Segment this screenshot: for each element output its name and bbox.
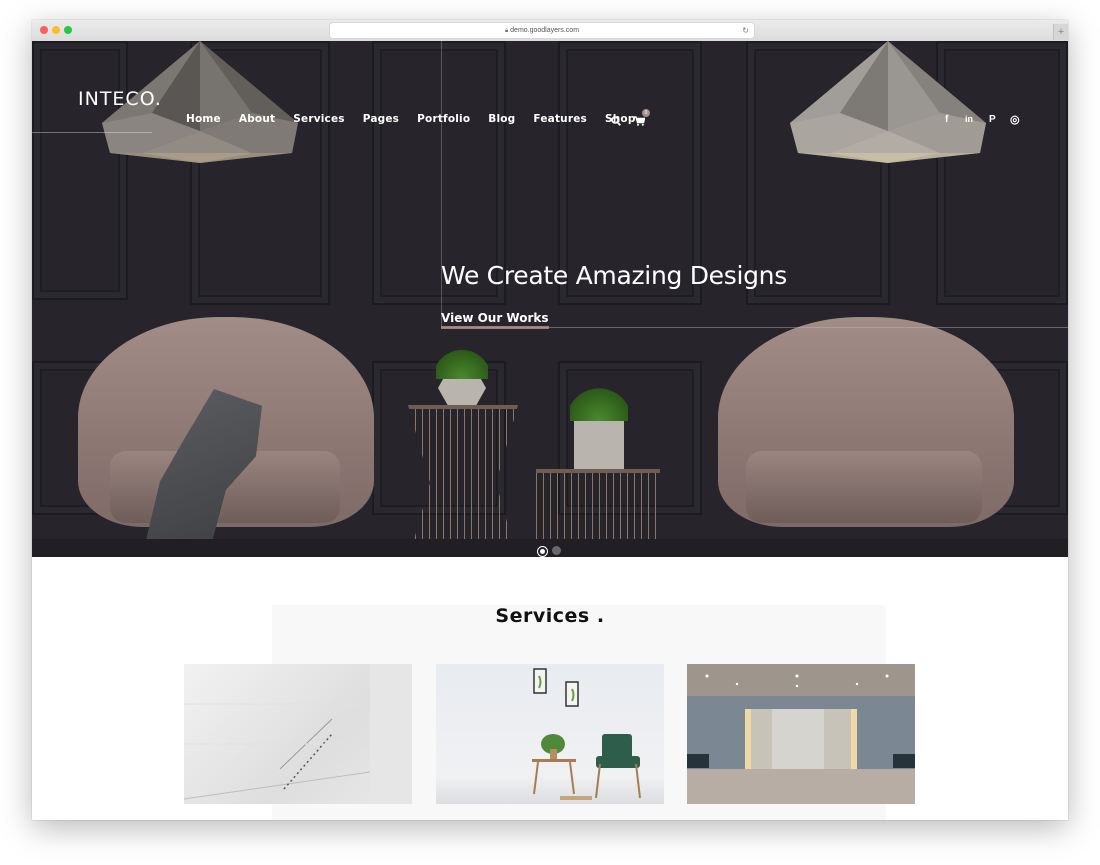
hero-title: We Create Amazing Designs (441, 261, 787, 290)
pendant-lamp-right (790, 41, 986, 163)
nav-item-features[interactable]: Features (533, 113, 587, 125)
browser-titlebar: 🔒︎ demo.goodlayers.com ↻ + (32, 20, 1068, 42)
service-card-1[interactable] (184, 664, 412, 804)
instagram-icon[interactable]: ◎ (1010, 113, 1020, 126)
view-our-works-link[interactable]: View Our Works (441, 311, 549, 329)
slider-bullet-2[interactable] (552, 546, 561, 555)
plant (436, 347, 488, 379)
nav-item-portfolio[interactable]: Portfolio (417, 113, 470, 125)
search-icon[interactable] (611, 116, 621, 126)
nav-item-about[interactable]: About (239, 113, 275, 125)
green-chair-interior-image (532, 668, 641, 800)
site-logo[interactable]: INTECO. (78, 88, 162, 110)
close-window-button[interactable] (40, 26, 48, 34)
nav-item-services[interactable]: Services (293, 113, 345, 125)
service-card-2[interactable] (436, 664, 664, 804)
services-title: Services . (495, 605, 605, 627)
cart-count-badge: 0 (642, 109, 650, 117)
logo-divider (32, 132, 152, 133)
new-tab-button[interactable]: + (1053, 24, 1068, 40)
hero-slider: INTECO. Home About Services Pages Portfo… (32, 41, 1068, 557)
concrete-staircase-image (184, 664, 412, 804)
url-text: demo.goodlayers.com (510, 27, 580, 34)
service-card-3[interactable] (687, 664, 915, 804)
pinterest-icon[interactable]: P (989, 114, 996, 125)
browser-window: 🔒︎ demo.goodlayers.com ↻ + INTECO. Home … (32, 20, 1068, 820)
reload-icon[interactable]: ↻ (742, 23, 749, 38)
plant-pot (574, 417, 624, 469)
slider-bullet-1[interactable] (537, 546, 548, 557)
nav-item-blog[interactable]: Blog (488, 113, 515, 125)
armchair-right-seat (746, 451, 982, 523)
plant (570, 385, 628, 421)
facebook-icon[interactable]: f (945, 114, 948, 125)
cart-icon[interactable] (634, 116, 645, 126)
minimize-window-button[interactable] (52, 26, 60, 34)
floor (32, 539, 1068, 557)
lobby-interior-image (687, 674, 915, 769)
nav-item-home[interactable]: Home (186, 113, 221, 125)
maximize-window-button[interactable] (64, 26, 72, 34)
address-bar[interactable]: 🔒︎ demo.goodlayers.com ↻ (330, 23, 754, 38)
linkedin-icon[interactable]: in (965, 114, 973, 124)
nav-item-pages[interactable]: Pages (363, 113, 399, 125)
lock-icon: 🔒︎ (504, 28, 509, 34)
main-nav: Home About Services Pages Portfolio Blog… (186, 113, 654, 125)
